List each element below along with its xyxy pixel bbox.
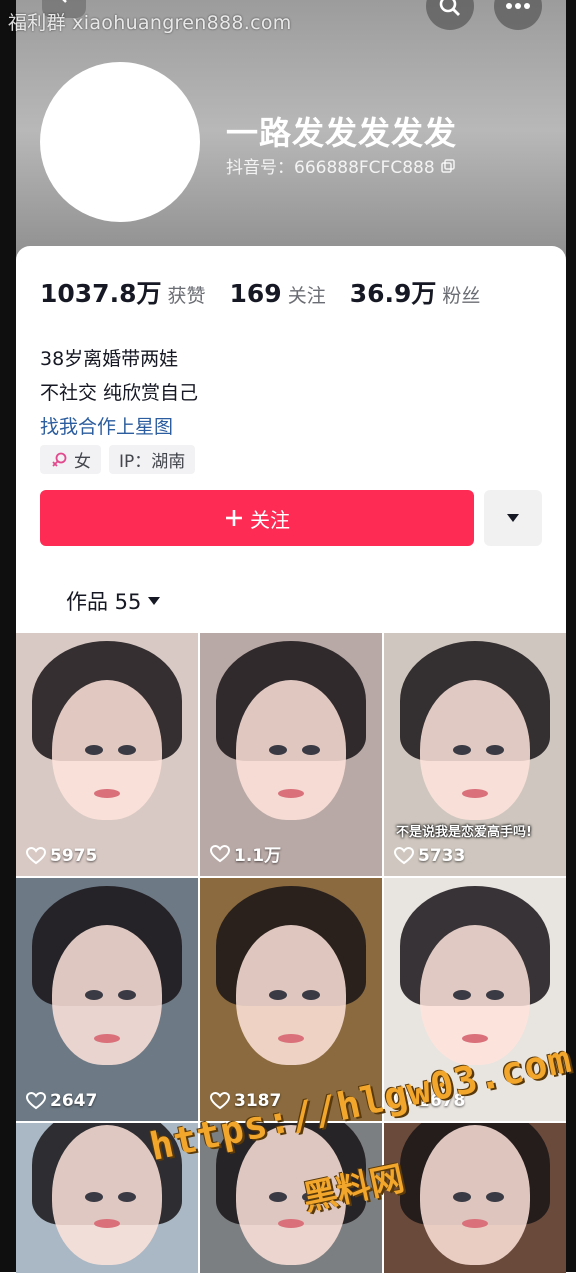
like-count-value: 1.1万 [234,846,282,866]
heart-icon [210,844,230,862]
copy-icon [440,158,455,173]
avatar[interactable] [40,62,200,222]
thumbnail-art [485,744,504,755]
follow-label: 关注 [250,507,290,532]
video-thumbnail[interactable] [384,1123,566,1273]
video-thumbnail[interactable]: 1.1万 [200,633,382,876]
bio-link[interactable]: 找我合作上星图 [40,410,198,444]
gender-tag: 女 [40,445,101,474]
search-icon [439,0,460,16]
caret-down-icon [507,514,519,522]
tab-works[interactable]: 作品 55 [66,586,161,616]
thumbnail-art [453,744,472,755]
tag-row: 女 IP：湖南 [40,445,196,474]
thumbnail-art [301,744,320,755]
ip-text: IP：湖南 [119,452,186,472]
stat-value: 169 [229,279,282,308]
thumbnail-art [462,1033,488,1043]
like-count: 5733 [394,846,465,866]
thumbnail-art [278,1219,304,1228]
stat-label: 关注 [287,285,326,307]
thumbnail-art [420,679,530,820]
thumbnail-art [278,1033,304,1043]
thumbnail-art [117,744,136,755]
heart-icon [210,1092,230,1110]
thumbnail-art [453,989,472,1000]
left-edge [0,0,16,1272]
stat-likes[interactable]: 1037.8万 获赞 [40,274,206,310]
thumbnail-art [420,1125,530,1265]
bio-line: 不社交 纯欣赏自己 [40,382,199,404]
tab-works-label: 作品 55 [66,590,142,614]
bio: 38岁离婚带两娃 不社交 纯欣赏自己 找我合作上星图 [40,342,198,444]
plus-icon [226,510,242,526]
thumbnail-art [52,679,162,820]
ip-tag: IP：湖南 [109,445,196,474]
thumbnail-art [117,1192,136,1202]
thumbnail-art [278,788,304,798]
thumbnail-art [94,1033,120,1043]
display-name: 一路发发发发发 [226,114,458,152]
like-count: 1.1万 [210,841,281,866]
thumbnail-art [485,1192,504,1202]
stat-label: 粉丝 [442,285,481,307]
thumbnail-art [94,1219,120,1228]
stat-followers[interactable]: 36.9万 粉丝 [350,274,481,310]
heart-icon [26,847,46,865]
like-count-value: 2647 [50,1091,98,1111]
like-count-value: 5733 [418,846,466,866]
watermark-text: 福利群 xiaohuangren888.com [8,12,292,34]
bio-line: 38岁离婚带两娃 [40,348,179,370]
stat-value: 1037.8万 [40,279,162,308]
video-caption: 不是说我是恋爱高手吗! [396,825,532,840]
thumbnail-art [420,924,530,1065]
video-grid: 5975 1.1万 不是说我是恋爱高手吗! 5733 2647 3187 2678 [16,633,566,1273]
like-count-value: 5975 [50,846,98,866]
chevron-left-icon [62,0,67,3]
stat-label: 获赞 [167,285,206,307]
like-count: 5975 [26,846,97,866]
thumbnail-art [52,1125,162,1265]
thumbnail-art [269,989,288,1000]
thumbnail-art [236,924,346,1065]
video-thumbnail[interactable]: 2647 [16,878,198,1121]
thumbnail-art [85,744,104,755]
heart-icon [26,1092,46,1110]
recommend-dropdown-button[interactable] [484,490,542,546]
heart-icon [394,847,414,865]
thumbnail-art [462,788,488,798]
stat-value: 36.9万 [349,279,437,308]
video-thumbnail[interactable]: 不是说我是恋爱高手吗! 5733 [384,633,566,876]
follow-button[interactable]: 关注 [40,490,474,546]
thumbnail-art [236,679,346,820]
thumbnail-art [94,788,120,798]
more-dots-icon [506,3,530,9]
thumbnail-art [485,989,504,1000]
video-thumbnail[interactable]: 5975 [16,633,198,876]
thumbnail-art [52,924,162,1065]
stats-row: 1037.8万 获赞 169 关注 36.9万 粉丝 [40,274,504,310]
douyin-id-text: 抖音号：666888FCFC888 [226,158,435,178]
thumbnail-art [117,989,136,1000]
female-icon [52,452,67,467]
thumbnail-art [85,989,104,1000]
stat-following[interactable]: 169 关注 [230,279,326,308]
thumbnail-art [269,744,288,755]
like-count: 2647 [26,1091,97,1111]
douyin-id[interactable]: 抖音号：666888FCFC888 [226,153,455,178]
gender-text: 女 [74,452,91,472]
thumbnail-art [462,1219,488,1228]
thumbnail-art [301,989,320,1000]
caret-down-icon [148,597,161,605]
